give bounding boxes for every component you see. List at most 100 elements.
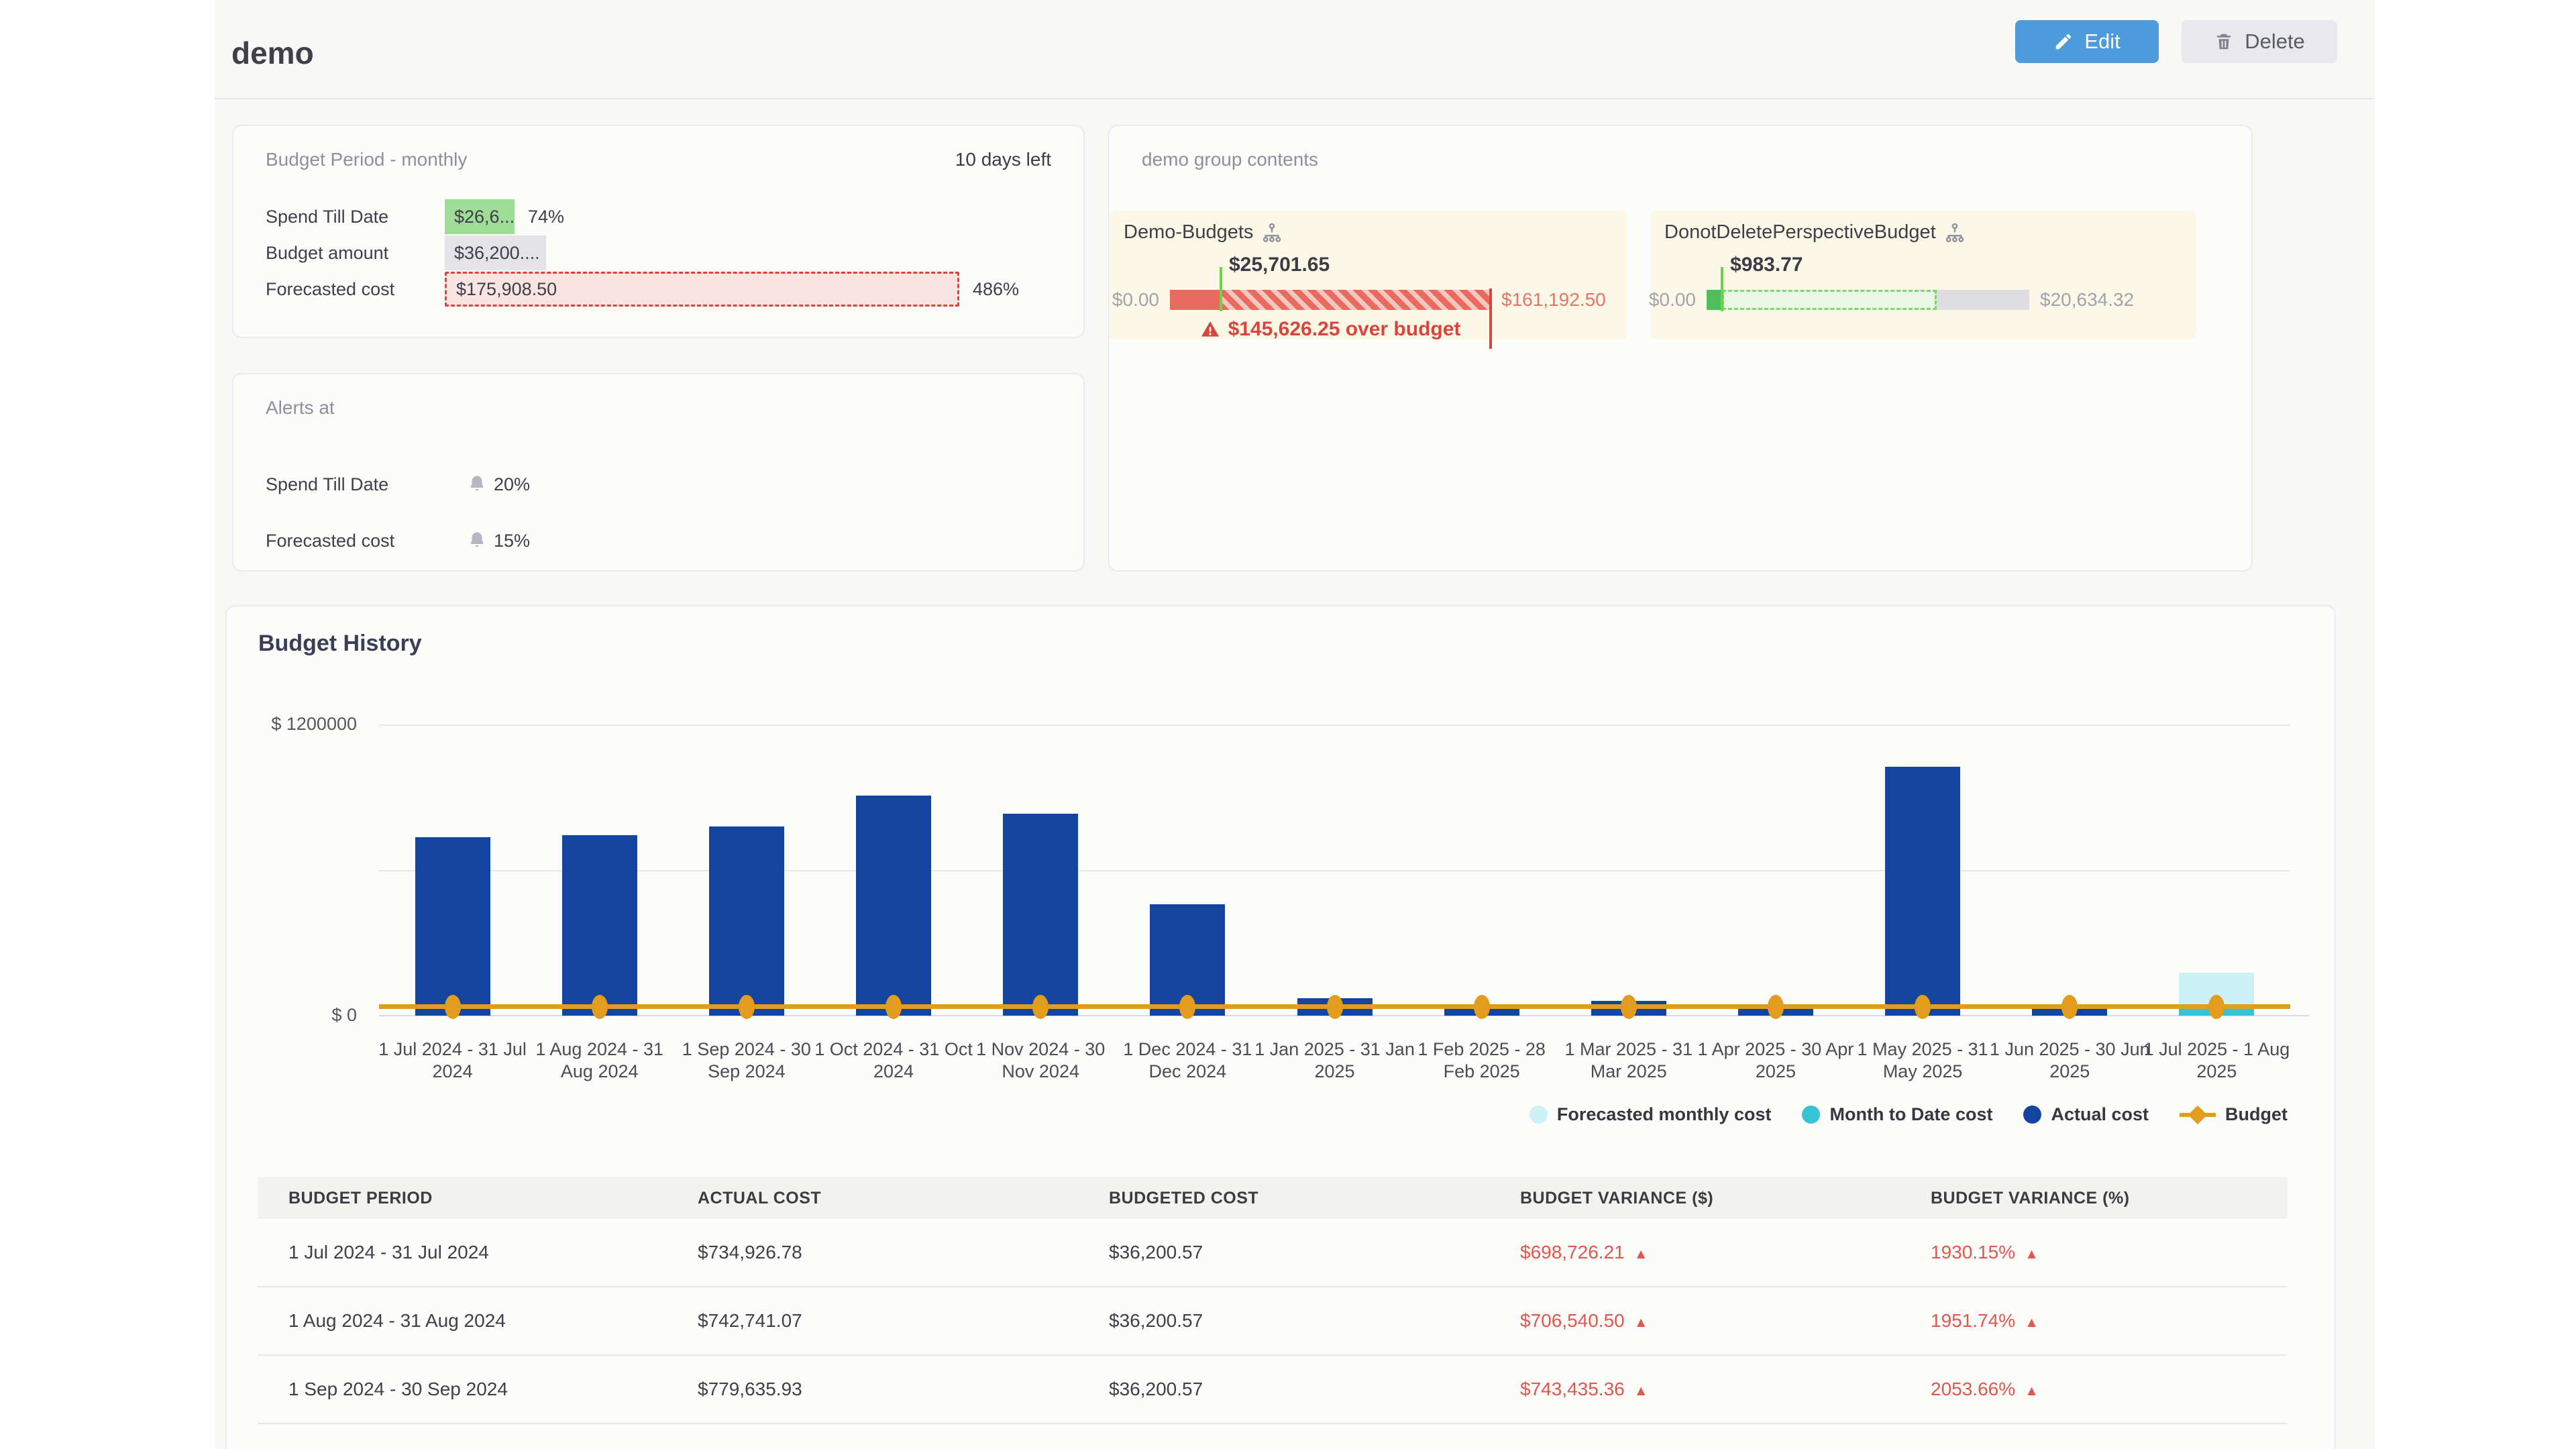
column-header: BUDGET PERIOD (258, 1189, 667, 1208)
budget-period-row: Spend Till Date$26,6...74% (266, 199, 1051, 235)
actual-cost-bar (1003, 814, 1078, 1016)
bell-icon (467, 474, 487, 494)
spend-segment (1707, 290, 1722, 310)
column-header: ACTUAL COST (667, 1189, 1078, 1208)
budget-progress-bar: $25,701.65$0.00$161,192.50$145,626.25 ov… (1170, 290, 1491, 310)
budget-history-table: BUDGET PERIODACTUAL COSTBUDGETED COSTBUD… (258, 1177, 2288, 1424)
chart-plot-area (379, 724, 2290, 1016)
budget-period-card: Budget Period - monthly 10 days left Spe… (232, 125, 1085, 338)
legend-label: Actual cost (2051, 1104, 2149, 1125)
budget-period-row: Budget amount$36,200.... (266, 235, 1051, 271)
hierarchy-icon (1944, 222, 1966, 244)
legend-item[interactable]: Actual cost (2023, 1104, 2149, 1125)
actual-cost-bar (562, 835, 637, 1016)
budget-point (1327, 995, 1343, 1019)
alerts-card: Alerts at Spend Till Date20%Forecasted c… (232, 373, 1085, 572)
actual-cost-bar (856, 796, 931, 1016)
edit-button-label: Edit (2084, 30, 2120, 54)
chart-legend: Forecasted monthly cost Month to Date cos… (1529, 1104, 2288, 1125)
value-chip-gray: $36,200.... (445, 235, 546, 270)
cell-budgeted-cost: $36,200.57 (1078, 1310, 1489, 1332)
budget-point (1032, 995, 1049, 1019)
cell-budget-variance: $706,540.50▲ (1489, 1310, 1900, 1332)
warning-icon (1200, 319, 1220, 339)
value-chip-red: $175,908.50 (445, 272, 959, 307)
budget-point (885, 995, 902, 1019)
bell-icon (467, 531, 487, 551)
forecast-segment (1722, 290, 1937, 310)
cell-budget-period: 1 Aug 2024 - 31 Aug 2024 (258, 1310, 667, 1332)
budget-point (1474, 995, 1490, 1019)
group-contents-card: demo group contents Demo-Budgets$25,701.… (1108, 125, 2253, 572)
budget-point (592, 995, 608, 1019)
budget-history-title: Budget History (258, 631, 422, 657)
x-axis-tick-label: 1 Jan 2025 - 31 Jan 2025 (1254, 1038, 1415, 1083)
legend-label: Month to Date cost (1829, 1104, 1992, 1125)
cell-budget-period: 1 Jul 2024 - 31 Jul 2024 (258, 1242, 667, 1263)
x-axis-tick-label: 1 Sep 2024 - 30 Sep 2024 (666, 1038, 827, 1083)
legend-marker (1802, 1106, 1820, 1124)
alert-rows: Spend Till Date20%Forecasted cost15% (266, 456, 1051, 569)
variance-up-icon: ▲ (2025, 1315, 2039, 1330)
alert-threshold: 20% (494, 474, 530, 495)
bar-max-label: $161,192.50 (1501, 290, 1606, 310)
cell-actual-cost: $779,635.93 (667, 1379, 1078, 1400)
hierarchy-icon (1261, 222, 1283, 244)
x-axis-tick-label: 1 Apr 2025 - 30 Apr 2025 (1695, 1038, 1856, 1083)
days-left-label: 10 days left (955, 149, 1051, 170)
budget-tile-name[interactable]: Demo-Budgets (1124, 221, 1283, 244)
y-axis-tick-label: $ 0 (227, 1005, 357, 1026)
table-header-row: BUDGET PERIODACTUAL COSTBUDGETED COSTBUD… (258, 1177, 2288, 1219)
row-label: Forecasted cost (266, 279, 445, 300)
budget-tile[interactable]: DonotDeletePerspectiveBudget$983.77$0.00… (1651, 211, 2196, 339)
x-axis-tick-label: 1 Jul 2024 - 31 Jul 2024 (372, 1038, 533, 1083)
x-axis-tick-label: 1 Dec 2024 - 31 Dec 2024 (1107, 1038, 1268, 1083)
x-axis-tick-label: 1 Mar 2025 - 31 Mar 2025 (1548, 1038, 1709, 1083)
variance-up-icon: ▲ (2025, 1246, 2039, 1262)
x-axis-tick-label: 1 Aug 2024 - 31 Aug 2024 (519, 1038, 680, 1083)
variance-up-icon: ▲ (1634, 1246, 1648, 1262)
budget-period-title: Budget Period - monthly (266, 149, 467, 170)
budget-point (1621, 995, 1637, 1019)
x-axis-tick-label: 1 Oct 2024 - 31 Oct 2024 (813, 1038, 974, 1083)
gridline (379, 870, 2290, 871)
budget-period-rows: Spend Till Date$26,6...74%Budget amount$… (266, 199, 1051, 307)
cell-budgeted-cost: $36,200.57 (1078, 1242, 1489, 1263)
row-label: Budget amount (266, 243, 445, 264)
y-axis-tick-label: $ 1200000 (227, 714, 357, 735)
budget-point (1768, 995, 1784, 1019)
edit-button[interactable]: Edit (2015, 20, 2159, 63)
cell-budget-variance: $743,435.36▲ (1489, 1379, 1900, 1400)
variance-up-icon: ▲ (1634, 1315, 1648, 1330)
spend-tick (1220, 267, 1222, 311)
budget-point (1915, 995, 1931, 1019)
cell-budget-variance-pct: 2053.66%▲ (1900, 1379, 2288, 1400)
over-budget-warning: $145,626.25 over budget (1170, 318, 1491, 341)
legend-item[interactable]: Month to Date cost (1802, 1104, 1992, 1125)
row-percentage: 74% (528, 207, 564, 227)
budget-legend-marker (2180, 1105, 2216, 1125)
table-row: 1 Jul 2024 - 31 Jul 2024$734,926.78$36,2… (258, 1219, 2288, 1287)
spend-tick (1721, 267, 1723, 311)
x-axis-tick-label: 1 May 2025 - 31 May 2025 (1842, 1038, 2003, 1083)
legend-label: Forecasted monthly cost (1557, 1104, 1772, 1125)
delete-button[interactable]: Delete (2182, 20, 2337, 63)
column-header: BUDGET VARIANCE ($) (1489, 1189, 1900, 1208)
cell-budgeted-cost: $36,200.57 (1078, 1379, 1489, 1400)
x-axis-tick-label: 1 Jun 2025 - 30 Jun 2025 (1989, 1038, 2150, 1083)
alert-label: Spend Till Date (266, 474, 467, 495)
table-row: 1 Sep 2024 - 30 Sep 2024$779,635.93$36,2… (258, 1356, 2288, 1424)
budget-tile[interactable]: Demo-Budgets $25,701.65$0.00$161,192.50$1… (1110, 211, 1627, 339)
legend-item[interactable]: Budget (2180, 1104, 2288, 1125)
bar-min-label: $0.00 (1649, 290, 1696, 310)
legend-item[interactable]: Forecasted monthly cost (1529, 1104, 1772, 1125)
budget-tile-name[interactable]: DonotDeletePerspectiveBudget (1664, 221, 1966, 244)
delete-button-label: Delete (2245, 30, 2305, 54)
x-axis-tick-label: 1 Feb 2025 - 28 Feb 2025 (1401, 1038, 1562, 1083)
x-axis-tick-label: 1 Nov 2024 - 30 Nov 2024 (960, 1038, 1121, 1083)
alert-row: Spend Till Date 20% (266, 456, 1051, 513)
column-header: BUDGETED COST (1078, 1189, 1489, 1208)
actual-cost-bar (415, 837, 490, 1016)
bar-max-label: $20,634.32 (2040, 290, 2134, 310)
alerts-title: Alerts at (266, 397, 335, 419)
